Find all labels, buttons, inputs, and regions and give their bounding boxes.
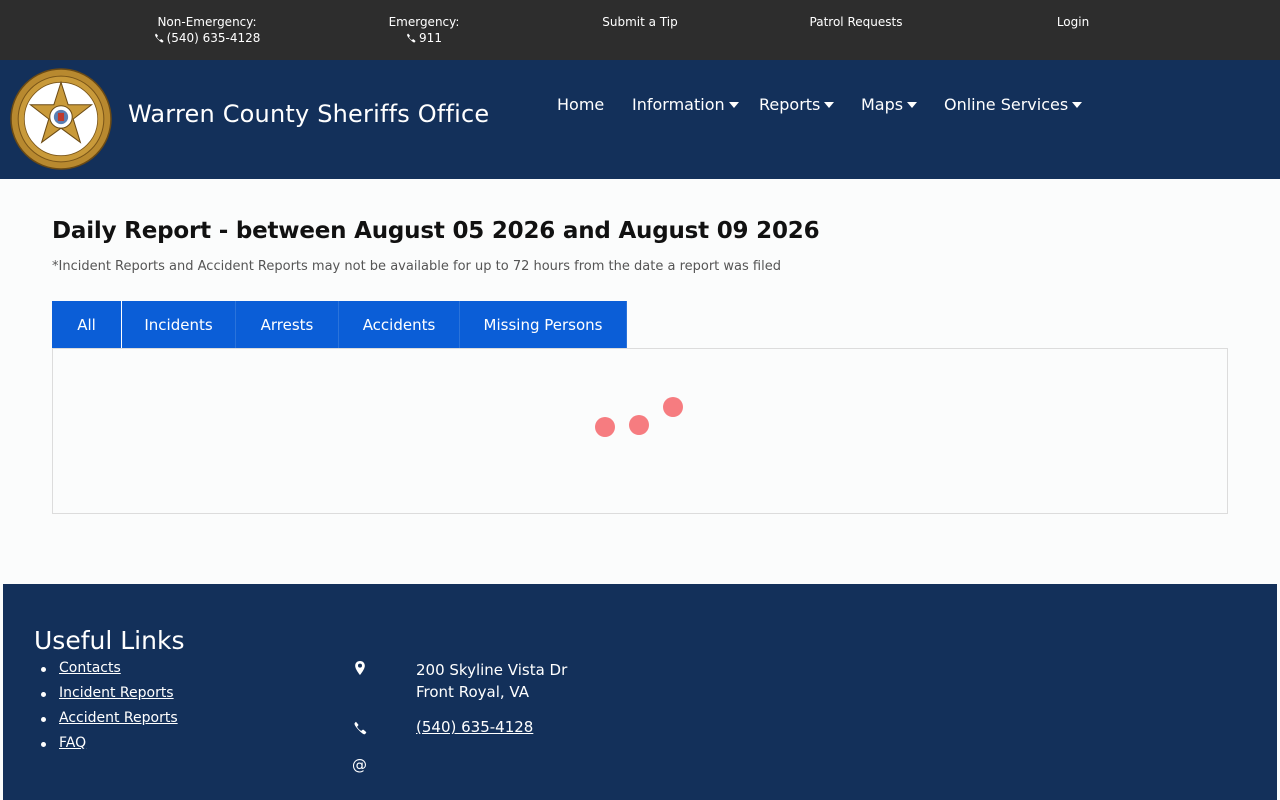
phone-icon <box>407 33 416 43</box>
nav-reports-label: Reports <box>759 95 821 114</box>
availability-note: *Incident Reports and Accident Reports m… <box>52 259 781 274</box>
caret-down-icon <box>824 102 835 108</box>
footer-phone-link[interactable]: (540) 635-4128 <box>416 718 533 736</box>
list-item: FAQ <box>41 735 178 760</box>
caret-down-icon <box>1072 102 1083 108</box>
emergency-label: Emergency: <box>388 15 460 29</box>
useful-links-list: Contacts Incident Reports Accident Repor… <box>41 660 178 760</box>
sheriff-badge-logo[interactable] <box>10 68 112 170</box>
nav-online-services[interactable]: Online Services <box>944 95 1083 114</box>
footer-link-accident-reports[interactable]: Accident Reports <box>59 710 178 726</box>
patrol-requests-link[interactable]: Patrol Requests <box>806 14 906 30</box>
report-content-panel <box>52 348 1228 514</box>
list-item: Contacts <box>41 660 178 685</box>
loading-dot <box>595 417 615 437</box>
site-footer: Useful Links Contacts Incident Reports A… <box>3 584 1277 800</box>
submit-tip-link[interactable]: Submit a Tip <box>594 14 686 30</box>
tab-all[interactable]: All <box>52 301 122 349</box>
phone-icon <box>154 33 163 43</box>
nav-reports[interactable]: Reports <box>759 95 835 114</box>
nav-home[interactable]: Home <box>557 95 604 114</box>
page-title: Daily Report - between August 05 2026 an… <box>52 218 820 244</box>
list-item: Incident Reports <box>41 685 178 710</box>
useful-links-heading: Useful Links <box>34 626 185 655</box>
loading-dot <box>629 415 649 435</box>
address-line2: Front Royal, VA <box>416 683 529 701</box>
emergency-phone: 911 <box>419 31 442 45</box>
footer-address: 200 Skyline Vista Dr Front Royal, VA <box>416 659 567 703</box>
footer-link-contacts[interactable]: Contacts <box>59 660 121 676</box>
login-link[interactable]: Login <box>1048 14 1098 30</box>
nav-information-label: Information <box>632 95 725 114</box>
site-header: Warren County Sheriffs Office Home Infor… <box>0 60 1280 179</box>
phone-icon <box>354 721 367 735</box>
caret-down-icon <box>907 102 918 108</box>
tab-arrests[interactable]: Arrests <box>236 301 339 349</box>
top-utility-bar: Non-Emergency: (540) 635-4128 Emergency:… <box>0 0 1280 60</box>
nav-information[interactable]: Information <box>632 95 739 114</box>
site-brand-title[interactable]: Warren County Sheriffs Office <box>128 100 489 128</box>
footer-link-incident-reports[interactable]: Incident Reports <box>59 685 174 701</box>
nav-maps-label: Maps <box>861 95 904 114</box>
address-line1: 200 Skyline Vista Dr <box>416 661 568 679</box>
loading-dot <box>663 397 683 417</box>
footer-link-faq[interactable]: FAQ <box>59 735 86 751</box>
non-emergency-contact[interactable]: Non-Emergency: (540) 635-4128 <box>150 14 264 46</box>
report-tabs: All Incidents Arrests Accidents Missing … <box>52 301 627 349</box>
emergency-contact[interactable]: Emergency: 911 <box>384 14 464 46</box>
map-marker-icon <box>355 661 365 675</box>
tab-accidents[interactable]: Accidents <box>339 301 460 349</box>
caret-down-icon <box>728 102 739 108</box>
nav-online-services-label: Online Services <box>944 95 1069 114</box>
non-emergency-label: Non-Emergency: <box>157 15 257 29</box>
at-sign-icon: @ <box>352 756 367 774</box>
list-item: Accident Reports <box>41 710 178 735</box>
nav-maps[interactable]: Maps <box>861 95 918 114</box>
tab-incidents[interactable]: Incidents <box>122 301 236 349</box>
tab-missing-persons[interactable]: Missing Persons <box>460 301 627 349</box>
non-emergency-phone: (540) 635-4128 <box>166 31 261 45</box>
